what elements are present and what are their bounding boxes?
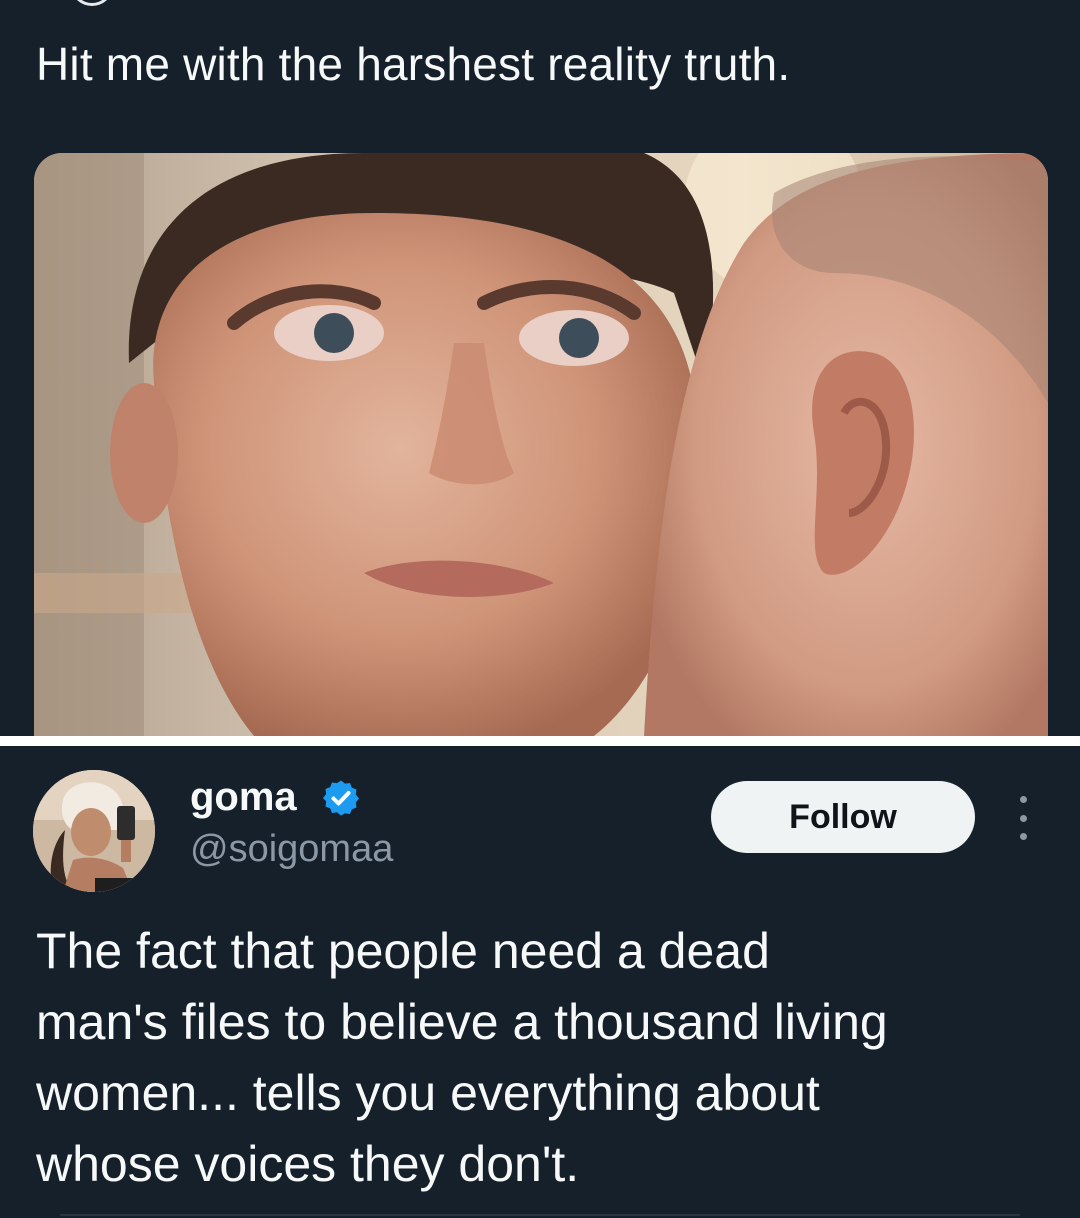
tweet-media-image[interactable] bbox=[34, 153, 1048, 736]
separator bbox=[60, 1214, 1020, 1216]
tweet-line: whose voices they don't. bbox=[36, 1136, 580, 1192]
user-handle[interactable]: @soigomaa bbox=[190, 826, 393, 872]
image-divider bbox=[0, 736, 1080, 746]
user-avatar[interactable] bbox=[33, 770, 155, 892]
avatar-image bbox=[33, 770, 155, 892]
more-dot bbox=[1019, 796, 1027, 803]
tweet-line: The fact that people need a dead bbox=[36, 923, 770, 979]
more-options-icon[interactable] bbox=[1008, 796, 1038, 840]
tweet-line: man's files to believe a thousand living bbox=[36, 994, 888, 1050]
quoted-tweet-text: Hit me with the harshest reality truth. bbox=[36, 38, 791, 90]
tweet-line: women... tells you everything about bbox=[36, 1065, 820, 1121]
follow-button[interactable]: Follow bbox=[711, 781, 975, 853]
more-dot bbox=[1019, 833, 1027, 840]
verified-badge-icon bbox=[323, 780, 359, 816]
quoted-tweet: Hit me with the harshest reality truth. bbox=[0, 0, 1080, 738]
display-name[interactable]: goma bbox=[190, 772, 297, 822]
reply-tweet-text: The fact that people need a dead man's f… bbox=[36, 916, 1046, 1200]
more-dot bbox=[1019, 814, 1027, 822]
reply-tweet: goma @soigomaa Follow The fact that peop… bbox=[0, 746, 1080, 1218]
media-illustration bbox=[34, 153, 1048, 736]
avatar-edge bbox=[72, 0, 112, 6]
